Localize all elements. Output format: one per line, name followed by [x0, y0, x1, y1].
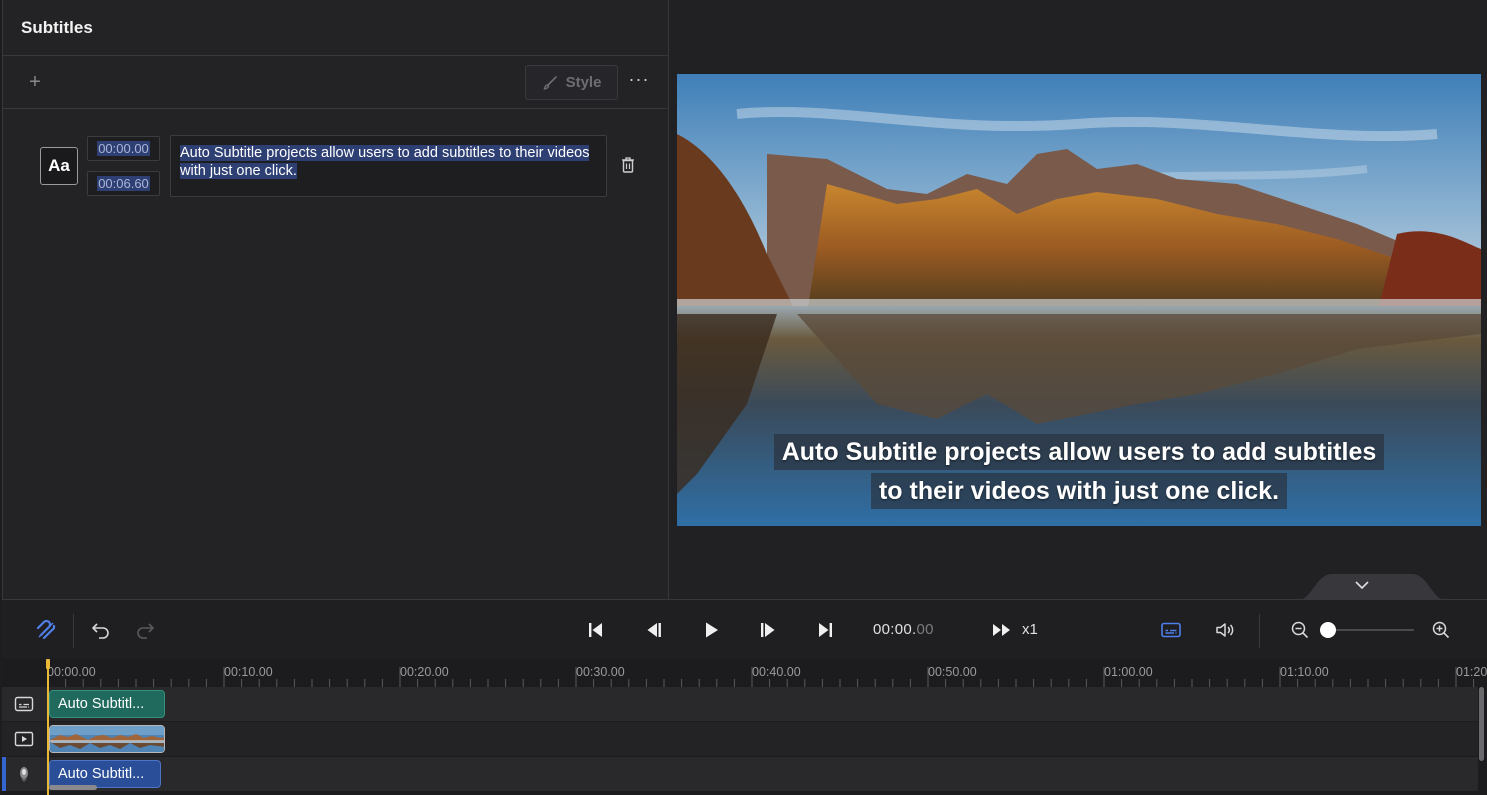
next-frame-button[interactable] [756, 618, 780, 642]
trash-icon[interactable] [620, 156, 636, 174]
timeline-vertical-scrollbar[interactable] [1479, 687, 1484, 761]
end-time-input[interactable]: 00:06.60 [87, 171, 160, 196]
ruler-label: 00:10.00 [224, 665, 273, 679]
ruler-label: 01:00.00 [1104, 665, 1153, 679]
timecode-fraction: 00 [916, 621, 934, 638]
audio-clip[interactable]: Auto Subtitl... [49, 760, 161, 788]
preview-caption: Auto Subtitle projects allow users to ad… [677, 434, 1481, 512]
previous-frame-icon [647, 623, 661, 637]
previous-frame-button[interactable] [642, 618, 666, 642]
current-timecode: 00:00.00 [873, 621, 934, 638]
video-clip-thumbnails [50, 726, 164, 752]
ruler-label: 00:30.00 [576, 665, 625, 679]
subtitle-text-value: Auto Subtitle projects allow users to ad… [180, 145, 590, 179]
ruler-label: 01:20 [1456, 665, 1487, 679]
skip-to-start-icon [589, 623, 602, 637]
zoom-slider-track[interactable] [1328, 629, 1414, 631]
style-button[interactable]: Style [525, 65, 618, 100]
audio-track: Auto Subtitl... [2, 757, 1478, 791]
microphone-icon[interactable] [14, 765, 34, 783]
subtitle-track-icon[interactable] [14, 695, 34, 713]
brush-icon [543, 75, 557, 90]
more-options-button[interactable]: ··· [627, 70, 651, 94]
timecode-main: 00:00. [873, 621, 917, 638]
magnet-icon [36, 619, 56, 640]
timeline-horizontal-scrollbar[interactable] [49, 785, 97, 790]
magnet-snap-button[interactable] [34, 618, 58, 642]
playhead[interactable] [47, 661, 49, 795]
start-time-value: 00:00.00 [97, 141, 150, 156]
zoom-in-button[interactable] [1429, 618, 1453, 642]
undo-button[interactable] [89, 618, 113, 642]
subtitle-clip[interactable]: Auto Subtitl... [49, 690, 165, 718]
ruler-label: 00:40.00 [752, 665, 801, 679]
captions-toggle-button[interactable] [1159, 618, 1183, 642]
zoom-out-button[interactable] [1288, 618, 1312, 642]
captions-icon [1161, 622, 1181, 638]
style-button-label: Style [565, 74, 602, 91]
zoom-in-icon [1432, 621, 1450, 639]
undo-icon [92, 623, 109, 639]
toolbar-separator [1259, 614, 1260, 648]
caption-line-1: Auto Subtitle projects allow users to ad… [773, 434, 1385, 470]
preview-area: Auto Subtitle projects allow users to ad… [669, 0, 1487, 600]
toolbar-separator [73, 614, 74, 648]
play-button[interactable] [699, 618, 723, 642]
timeline[interactable]: 00:00.00 00:10.00 00:20.00 00:30.00 00:4… [2, 659, 1487, 795]
panel-toolbar: + Style ··· [3, 56, 668, 109]
active-track-indicator [2, 757, 6, 791]
zoom-slider-thumb[interactable] [1320, 622, 1336, 638]
start-time-input[interactable]: 00:00.00 [87, 136, 160, 161]
playback-speed-button[interactable] [990, 618, 1014, 642]
video-preview[interactable]: Auto Subtitle projects allow users to ad… [677, 74, 1481, 526]
subtitle-style-button[interactable]: Aa [40, 147, 78, 185]
more-horizontal-icon: ··· [628, 69, 650, 89]
skip-to-end-button[interactable] [813, 618, 837, 642]
subtitle-text-input[interactable]: Auto Subtitle projects allow users to ad… [170, 135, 607, 197]
next-frame-icon [761, 623, 775, 637]
video-clip[interactable] [49, 725, 165, 753]
volume-button[interactable] [1213, 618, 1237, 642]
plus-icon: + [29, 71, 41, 93]
panel-title: Subtitles [21, 17, 93, 37]
zoom-out-icon [1291, 621, 1309, 639]
subtitle-item: Aa 00:00.00 00:06.60 Auto Subtitle proje… [3, 110, 670, 210]
subtitles-panel: Subtitles + Style ··· Aa 00:00.00 00:06.… [2, 0, 669, 599]
video-track [2, 722, 1478, 756]
end-time-value: 00:06.60 [97, 176, 150, 191]
skip-to-end-icon [819, 623, 832, 637]
ruler-label: 00:50.00 [928, 665, 977, 679]
video-track-icon[interactable] [14, 730, 34, 748]
collapse-preview-button[interactable] [1298, 572, 1446, 600]
subtitle-track: Auto Subtitl... [2, 687, 1478, 721]
add-subtitle-button[interactable]: + [25, 70, 45, 94]
skip-to-start-button[interactable] [584, 618, 608, 642]
playback-toolbar: 00:00.00 x1 [2, 599, 1487, 659]
fast-forward-icon [993, 624, 1010, 636]
redo-button[interactable] [133, 618, 157, 642]
ruler-label: 00:20.00 [400, 665, 449, 679]
ruler-label: 01:10.00 [1280, 665, 1329, 679]
play-icon [706, 622, 718, 638]
timeline-ruler[interactable]: 00:00.00 00:10.00 00:20.00 00:30.00 00:4… [2, 659, 1487, 687]
panel-header: Subtitles [3, 0, 668, 56]
redo-icon [137, 623, 154, 639]
caption-line-2: to their videos with just one click. [870, 473, 1288, 509]
ruler-label: 00:00.00 [47, 665, 96, 679]
volume-icon [1216, 623, 1234, 637]
playback-speed-label[interactable]: x1 [1022, 621, 1038, 638]
